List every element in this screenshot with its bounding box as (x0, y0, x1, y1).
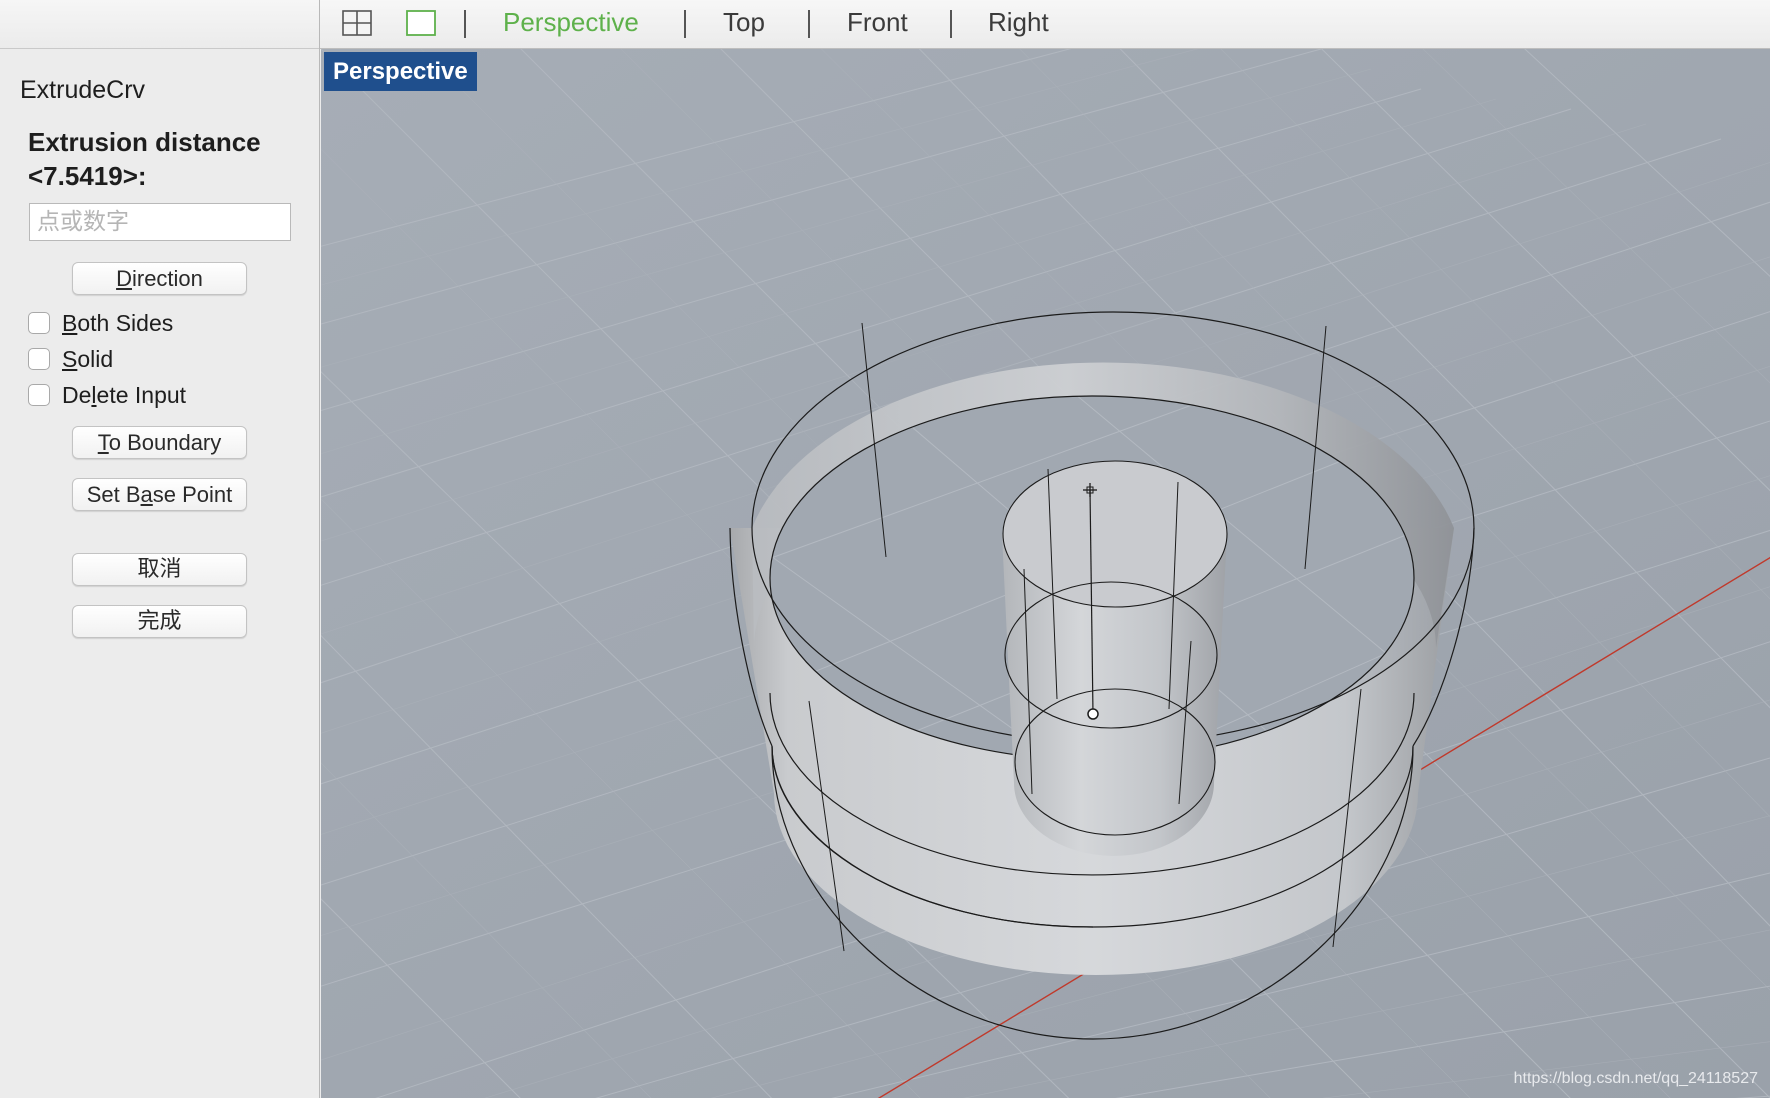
set-base-point-label-pre: Set B (86, 482, 141, 507)
solid-label-post: olid (77, 345, 114, 372)
command-prompt: Extrusion distance <7.5419>: (28, 127, 261, 191)
tab-separator (950, 10, 952, 38)
delete-input-label: Delete Input (62, 382, 186, 409)
single-viewport-icon[interactable] (406, 10, 436, 36)
panel-top-bar (0, 0, 319, 49)
solid-checkbox[interactable] (28, 348, 50, 370)
viewport-canvas[interactable] (321, 49, 1770, 1098)
viewport-title[interactable]: Perspective (324, 52, 477, 91)
command-panel: ExtrudeCrv Extrusion distance <7.5419>: … (0, 0, 320, 1098)
to-boundary-label-post: o Boundary (108, 430, 222, 455)
tab-top[interactable]: Top (723, 7, 765, 38)
set-base-point-button[interactable]: Set Base Point (72, 478, 247, 511)
both-sides-checkbox[interactable] (28, 312, 50, 334)
done-button[interactable]: 完成 (72, 605, 247, 638)
to-boundary-button[interactable]: To Boundary (72, 426, 247, 459)
command-name: ExtrudeCrv (20, 76, 146, 104)
solid-option[interactable]: Solid (28, 345, 113, 373)
delete-input-option[interactable]: Delete Input (28, 381, 186, 409)
four-viewports-icon[interactable] (342, 10, 372, 36)
perspective-viewport[interactable]: Perspective https://blog.csdn.net/qq_241… (321, 49, 1770, 1098)
direction-label-mnemonic: D (116, 266, 132, 291)
tab-separator (464, 10, 466, 38)
tab-separator (684, 10, 686, 38)
delete-input-label-post: ete Input (96, 381, 187, 408)
tab-front[interactable]: Front (847, 7, 908, 38)
both-sides-option[interactable]: Both Sides (28, 309, 173, 337)
extruded-inner-cylinder (1002, 460, 1228, 856)
set-base-point-label-post: se Point (152, 482, 233, 507)
solid-label: Solid (62, 346, 113, 373)
set-base-point-label-mnemonic: a (140, 482, 153, 507)
tab-perspective[interactable]: Perspective (503, 7, 639, 38)
tab-right[interactable]: Right (988, 7, 1049, 38)
delete-input-checkbox[interactable] (28, 384, 50, 406)
distance-input[interactable] (29, 203, 291, 241)
direction-button[interactable]: Direction (72, 262, 247, 295)
both-sides-label: Both Sides (62, 310, 173, 337)
viewport-tab-bar: Perspective Top Front Right (320, 0, 1770, 49)
direction-label-post: irection (131, 266, 203, 291)
both-sides-label-mnemonic: B (62, 309, 78, 336)
watermark-text: https://blog.csdn.net/qq_24118527 (1513, 1070, 1758, 1087)
to-boundary-label-mnemonic: T (97, 430, 109, 455)
delete-input-label-pre: De (62, 381, 92, 408)
tab-separator (808, 10, 810, 38)
both-sides-label-post: oth Sides (77, 309, 174, 336)
base-point-marker[interactable] (1087, 708, 1099, 720)
solid-label-mnemonic: S (62, 345, 78, 372)
cancel-button[interactable]: 取消 (72, 553, 247, 586)
